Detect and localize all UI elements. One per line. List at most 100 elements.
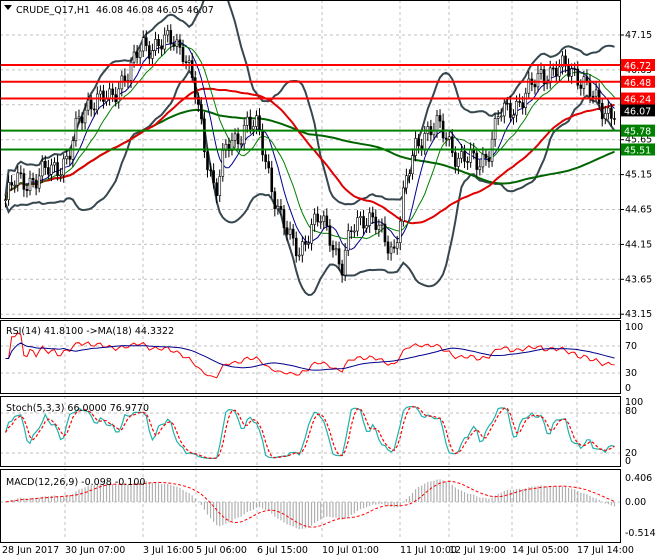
time-tick-label: 6 Jul 15:00 bbox=[257, 545, 308, 556]
price-tick-label: 43.15 bbox=[625, 309, 652, 320]
candle bbox=[117, 88, 121, 103]
candle bbox=[141, 37, 145, 52]
candle bbox=[59, 174, 62, 177]
price-tick-label: 44.15 bbox=[625, 239, 652, 250]
candle bbox=[233, 133, 237, 141]
candle bbox=[496, 116, 500, 119]
indicator-tick-label: 0 bbox=[625, 456, 631, 467]
candle bbox=[56, 162, 59, 176]
candle bbox=[441, 120, 445, 139]
candle bbox=[282, 209, 286, 229]
candle bbox=[31, 177, 35, 181]
price-tick-label: 43.65 bbox=[625, 274, 652, 285]
candle bbox=[102, 90, 105, 102]
candle bbox=[533, 84, 537, 88]
candle bbox=[62, 158, 65, 176]
candle bbox=[325, 215, 329, 226]
current-price-label: 46.07 bbox=[624, 106, 651, 117]
candle bbox=[218, 176, 222, 196]
candle bbox=[86, 99, 90, 111]
candle bbox=[438, 115, 442, 122]
candle bbox=[493, 118, 497, 140]
candle bbox=[539, 69, 543, 74]
candle bbox=[515, 100, 518, 116]
candle bbox=[594, 89, 598, 97]
candle bbox=[524, 92, 528, 108]
candle bbox=[585, 76, 589, 82]
candle bbox=[447, 136, 451, 140]
candle bbox=[172, 43, 176, 47]
candle bbox=[478, 166, 482, 170]
candle bbox=[297, 254, 301, 257]
candle bbox=[392, 246, 396, 249]
candle bbox=[545, 82, 549, 85]
candle bbox=[454, 152, 457, 167]
trading-chart[interactable]: 47.1546.6546.1545.6545.1544.6544.1543.65… bbox=[0, 0, 660, 560]
candle bbox=[276, 205, 280, 210]
chart-canvas[interactable]: 47.1546.6546.1545.6545.1544.6544.1543.65… bbox=[0, 0, 660, 560]
candle bbox=[34, 179, 38, 189]
candle bbox=[99, 90, 102, 95]
candle bbox=[607, 107, 610, 114]
candle bbox=[512, 114, 515, 118]
candle bbox=[466, 161, 469, 163]
rsi-ma-line bbox=[5, 342, 615, 371]
candle bbox=[40, 160, 44, 177]
dropdown-triangle-icon[interactable] bbox=[4, 5, 12, 10]
candle bbox=[499, 115, 503, 118]
candle bbox=[19, 172, 23, 175]
candle bbox=[83, 109, 87, 124]
candle bbox=[362, 216, 365, 229]
candle bbox=[573, 68, 576, 71]
candle bbox=[457, 157, 460, 167]
candle bbox=[132, 51, 136, 63]
candle bbox=[111, 88, 114, 95]
candle bbox=[334, 248, 338, 251]
candle bbox=[417, 138, 420, 147]
candle bbox=[215, 182, 218, 196]
candle bbox=[374, 216, 378, 230]
stoch-signal-line bbox=[4, 406, 615, 460]
candle bbox=[221, 150, 225, 177]
candle bbox=[267, 161, 270, 169]
candle bbox=[460, 151, 463, 159]
candle bbox=[304, 241, 307, 245]
candle bbox=[68, 155, 72, 160]
time-tick-label: 12 Jul 19:00 bbox=[449, 545, 506, 556]
candle bbox=[588, 80, 592, 97]
indicator-tick-label: 100 bbox=[625, 322, 643, 333]
candle bbox=[398, 220, 402, 243]
candle bbox=[414, 138, 417, 156]
candle bbox=[356, 217, 359, 232]
candle bbox=[270, 167, 274, 192]
candle bbox=[322, 215, 326, 222]
candle bbox=[509, 103, 512, 118]
candle bbox=[383, 223, 387, 243]
candle bbox=[154, 39, 157, 51]
candle bbox=[600, 103, 604, 120]
time-tick-label: 3 Jul 16:00 bbox=[143, 545, 194, 556]
candle bbox=[521, 102, 524, 108]
candle bbox=[209, 169, 212, 172]
candle bbox=[16, 172, 20, 186]
candle bbox=[138, 50, 142, 58]
candle bbox=[579, 84, 583, 89]
candle bbox=[178, 39, 182, 48]
candle bbox=[343, 249, 347, 276]
candle bbox=[353, 230, 356, 233]
candle bbox=[301, 241, 304, 256]
candle bbox=[200, 104, 203, 120]
candle bbox=[206, 151, 209, 171]
candle bbox=[279, 205, 283, 210]
candle bbox=[591, 95, 595, 98]
level-label: 45.78 bbox=[624, 127, 651, 138]
candle bbox=[484, 153, 488, 159]
candle bbox=[567, 65, 570, 77]
candle bbox=[47, 167, 50, 175]
price-tick-label: 45.15 bbox=[625, 170, 652, 181]
candle bbox=[184, 61, 188, 63]
time-axis: 28 Jun 2017 30 Jun 07:00 3 Jul 16:00 5 Jul … bbox=[2, 545, 634, 556]
candle bbox=[261, 129, 264, 156]
candle bbox=[487, 157, 491, 162]
candle bbox=[25, 189, 29, 191]
